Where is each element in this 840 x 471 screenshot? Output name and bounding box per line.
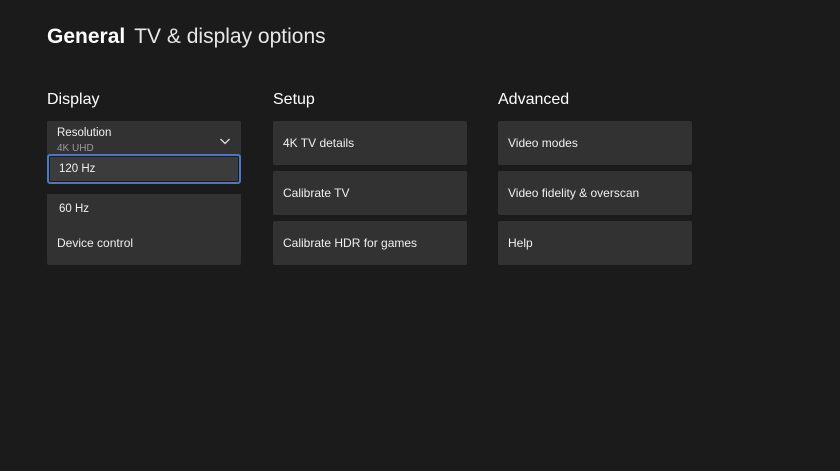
chevron-down-icon <box>220 138 230 145</box>
resolution-label: Resolution <box>57 127 112 139</box>
device-control-button[interactable]: Device control <box>47 221 241 265</box>
device-control-label: Device control <box>57 236 134 250</box>
page-header: General TV & display options <box>47 23 326 51</box>
calibrate-tv-label: Calibrate TV <box>283 186 350 200</box>
4k-tv-details-button[interactable]: 4K TV details <box>273 121 467 165</box>
tv-display-options-page: General TV & display options Display Res… <box>0 0 840 471</box>
4k-tv-details-label: 4K TV details <box>283 136 355 150</box>
page-title: TV & display options <box>134 25 326 48</box>
refresh-option-label: 60 Hz <box>59 203 90 215</box>
refresh-option-label: 120 Hz <box>59 163 96 175</box>
help-label: Help <box>508 236 533 250</box>
calibrate-tv-button[interactable]: Calibrate TV <box>273 171 467 215</box>
refresh-rate-dropdown-list: 120 Hz 60 Hz <box>47 154 241 224</box>
advanced-column: Advanced Video modes Video fidelity & ov… <box>498 90 692 271</box>
refresh-option-120hz[interactable]: 120 Hz <box>47 154 241 184</box>
setup-heading: Setup <box>273 91 315 108</box>
video-fidelity-label: Video fidelity & overscan <box>508 186 640 200</box>
setup-column: Setup 4K TV details Calibrate TV Calibra… <box>273 90 467 271</box>
display-heading: Display <box>47 91 100 108</box>
refresh-option-60hz[interactable]: 60 Hz <box>47 194 241 224</box>
calibrate-hdr-button[interactable]: Calibrate HDR for games <box>273 221 467 265</box>
section-title: General <box>47 25 126 48</box>
calibrate-hdr-label: Calibrate HDR for games <box>283 236 418 250</box>
video-fidelity-button[interactable]: Video fidelity & overscan <box>498 171 692 215</box>
help-button[interactable]: Help <box>498 221 692 265</box>
video-modes-label: Video modes <box>508 136 578 150</box>
video-modes-button[interactable]: Video modes <box>498 121 692 165</box>
advanced-heading: Advanced <box>498 91 570 108</box>
